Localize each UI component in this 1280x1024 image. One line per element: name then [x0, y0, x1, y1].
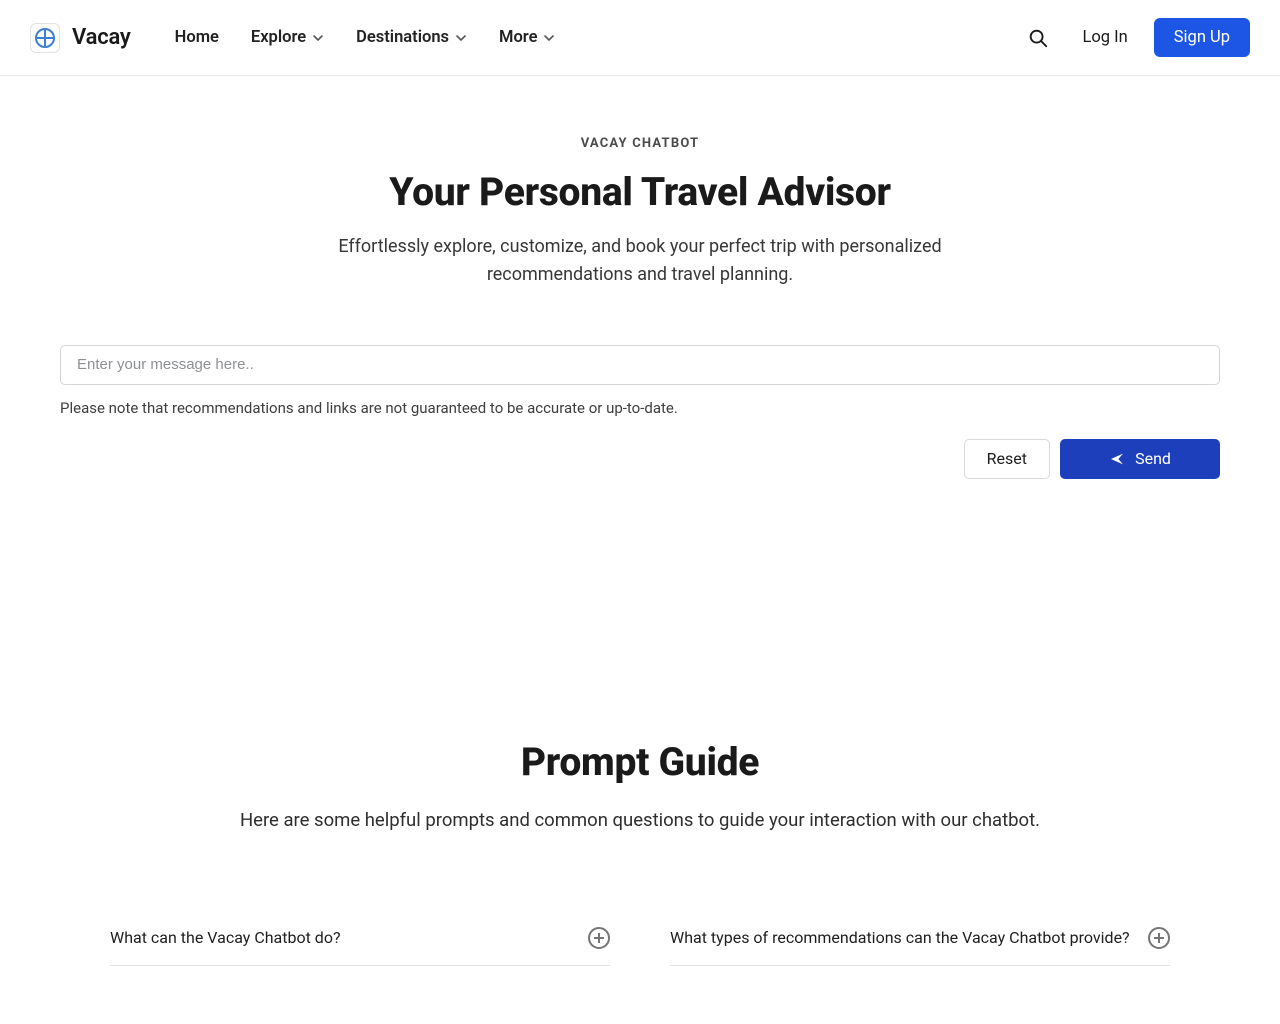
signup-button[interactable]: Sign Up [1154, 18, 1250, 57]
faq-item[interactable]: What types of recommendations can the Va… [670, 911, 1170, 966]
faq-column-left: What can the Vacay Chatbot do? [110, 911, 610, 966]
nav-home-label: Home [175, 28, 219, 47]
send-icon [1109, 451, 1125, 467]
plus-circle-icon [588, 927, 610, 949]
message-input[interactable] [60, 345, 1220, 385]
disclaimer-text: Please note that recommendations and lin… [60, 399, 1220, 417]
hero-subtitle: Effortlessly explore, customize, and boo… [320, 233, 960, 289]
reset-label: Reset [987, 449, 1027, 468]
plus-circle-icon [1148, 927, 1170, 949]
send-label: Send [1135, 449, 1171, 468]
nav-destinations[interactable]: Destinations [356, 28, 467, 47]
nav-explore[interactable]: Explore [251, 28, 324, 47]
chevron-down-icon [543, 32, 555, 44]
main-nav: Home Explore Destinations More [175, 28, 556, 47]
globe-icon [30, 23, 60, 53]
faq-item[interactable]: What can the Vacay Chatbot do? [110, 911, 610, 966]
chat-actions: Reset Send [60, 439, 1220, 479]
nav-explore-label: Explore [251, 28, 306, 47]
chat-section: Please note that recommendations and lin… [50, 345, 1230, 479]
hero-eyebrow: VACAY CHATBOT [20, 136, 1260, 151]
search-button[interactable] [1020, 20, 1056, 56]
faq-column-right: What types of recommendations can the Va… [670, 911, 1170, 966]
nav-more-label: More [499, 28, 537, 47]
faq-grid: What can the Vacay Chatbot do? What type… [80, 911, 1200, 966]
header-actions: Log In Sign Up [1020, 18, 1250, 57]
nav-home[interactable]: Home [175, 28, 219, 47]
search-icon [1027, 27, 1049, 49]
hero-section: VACAY CHATBOT Your Personal Travel Advis… [0, 76, 1280, 289]
login-link[interactable]: Log In [1082, 28, 1127, 47]
guide-title: Prompt Guide [0, 739, 1280, 785]
site-header: Vacay Home Explore Destinations More [0, 0, 1280, 76]
chevron-down-icon [312, 32, 324, 44]
guide-subtitle: Here are some helpful prompts and common… [0, 809, 1280, 831]
faq-question: What can the Vacay Chatbot do? [110, 928, 341, 947]
brand-logo[interactable]: Vacay [30, 23, 131, 53]
nav-more[interactable]: More [499, 28, 555, 47]
reset-button[interactable]: Reset [964, 439, 1050, 479]
brand-name: Vacay [72, 25, 131, 50]
page-title: Your Personal Travel Advisor [20, 169, 1260, 215]
nav-destinations-label: Destinations [356, 28, 449, 47]
send-button[interactable]: Send [1060, 439, 1220, 479]
faq-question: What types of recommendations can the Va… [670, 928, 1130, 947]
chevron-down-icon [455, 32, 467, 44]
prompt-guide-section: Prompt Guide Here are some helpful promp… [0, 739, 1280, 831]
